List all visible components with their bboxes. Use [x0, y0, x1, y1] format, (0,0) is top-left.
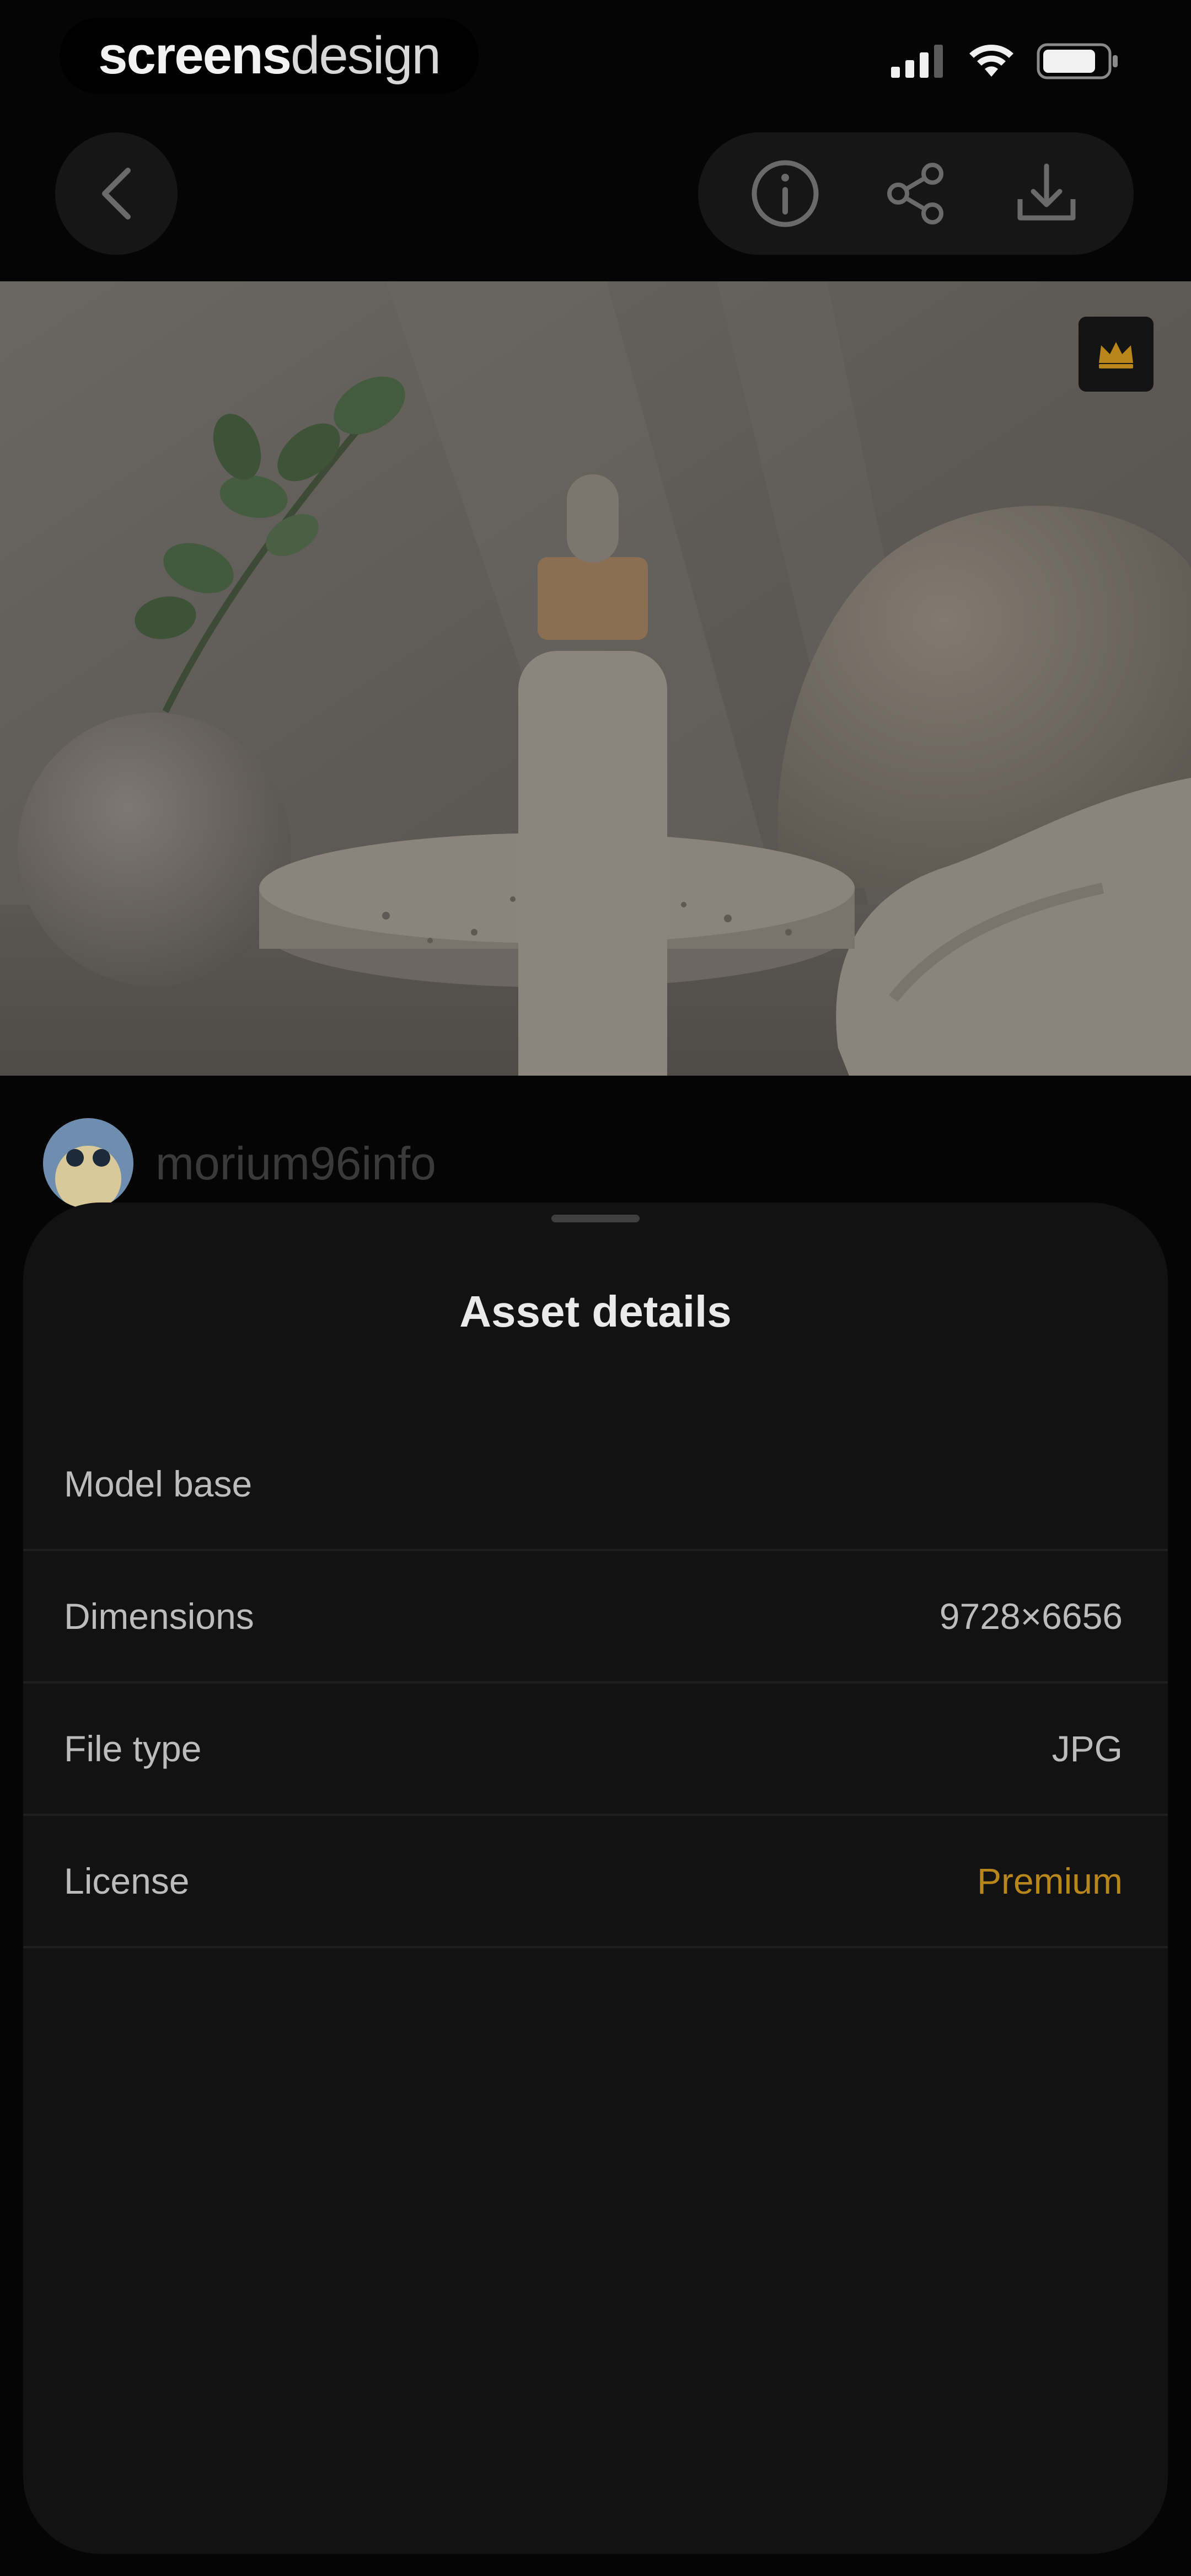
- asset-preview-image[interactable]: [0, 281, 1191, 1076]
- info-icon: [752, 160, 819, 227]
- download-button[interactable]: [1002, 149, 1091, 238]
- author-username: morium96info: [155, 1137, 436, 1189]
- download-icon: [1017, 163, 1076, 221]
- detail-label: Model base: [64, 1463, 253, 1504]
- status-bar: screens design: [0, 0, 1191, 116]
- product-photo: [0, 281, 1191, 1076]
- premium-badge: [1079, 317, 1154, 392]
- detail-value: JPG: [1051, 1728, 1123, 1769]
- detail-row-license: License Premium: [23, 1816, 1168, 1948]
- detail-row-model-base: Model base: [23, 1419, 1168, 1551]
- info-button[interactable]: [741, 149, 829, 238]
- avatar: [43, 1118, 133, 1209]
- action-group: [698, 132, 1134, 255]
- detail-label: Dimensions: [64, 1596, 254, 1637]
- chevron-left-icon: [102, 168, 131, 220]
- sheet-title: Asset details: [459, 1287, 732, 1336]
- asset-details-sheet: Asset details Model base Dimensions 9728…: [23, 1203, 1168, 2554]
- back-button[interactable]: [55, 132, 178, 255]
- details-list: Model base Dimensions 9728×6656 File typ…: [23, 1419, 1168, 1948]
- detail-row-dimensions: Dimensions 9728×6656: [23, 1551, 1168, 1684]
- avatar-image: [43, 1118, 133, 1209]
- detail-value: 9728×6656: [939, 1596, 1123, 1637]
- brand-logo-bold: screens: [98, 26, 292, 85]
- wifi-icon: [969, 45, 1013, 77]
- share-button[interactable]: [872, 149, 960, 238]
- cellular-signal-icon: [891, 45, 943, 78]
- crown-icon: [1099, 342, 1133, 368]
- detail-label: License: [64, 1861, 190, 1901]
- author-row[interactable]: morium96info: [43, 1116, 436, 1210]
- brand-logo-light: design: [291, 26, 441, 85]
- sheet-grabber[interactable]: [551, 1215, 640, 1222]
- detail-row-file-type: File type JPG: [23, 1684, 1168, 1816]
- top-navigation: [0, 127, 1191, 259]
- detail-label: File type: [64, 1728, 202, 1769]
- share-icon: [887, 163, 943, 225]
- status-icons: [891, 43, 1119, 79]
- brand-logo: screens design: [60, 18, 479, 94]
- battery-icon: [1037, 43, 1118, 79]
- license-value-premium: Premium: [977, 1861, 1123, 1901]
